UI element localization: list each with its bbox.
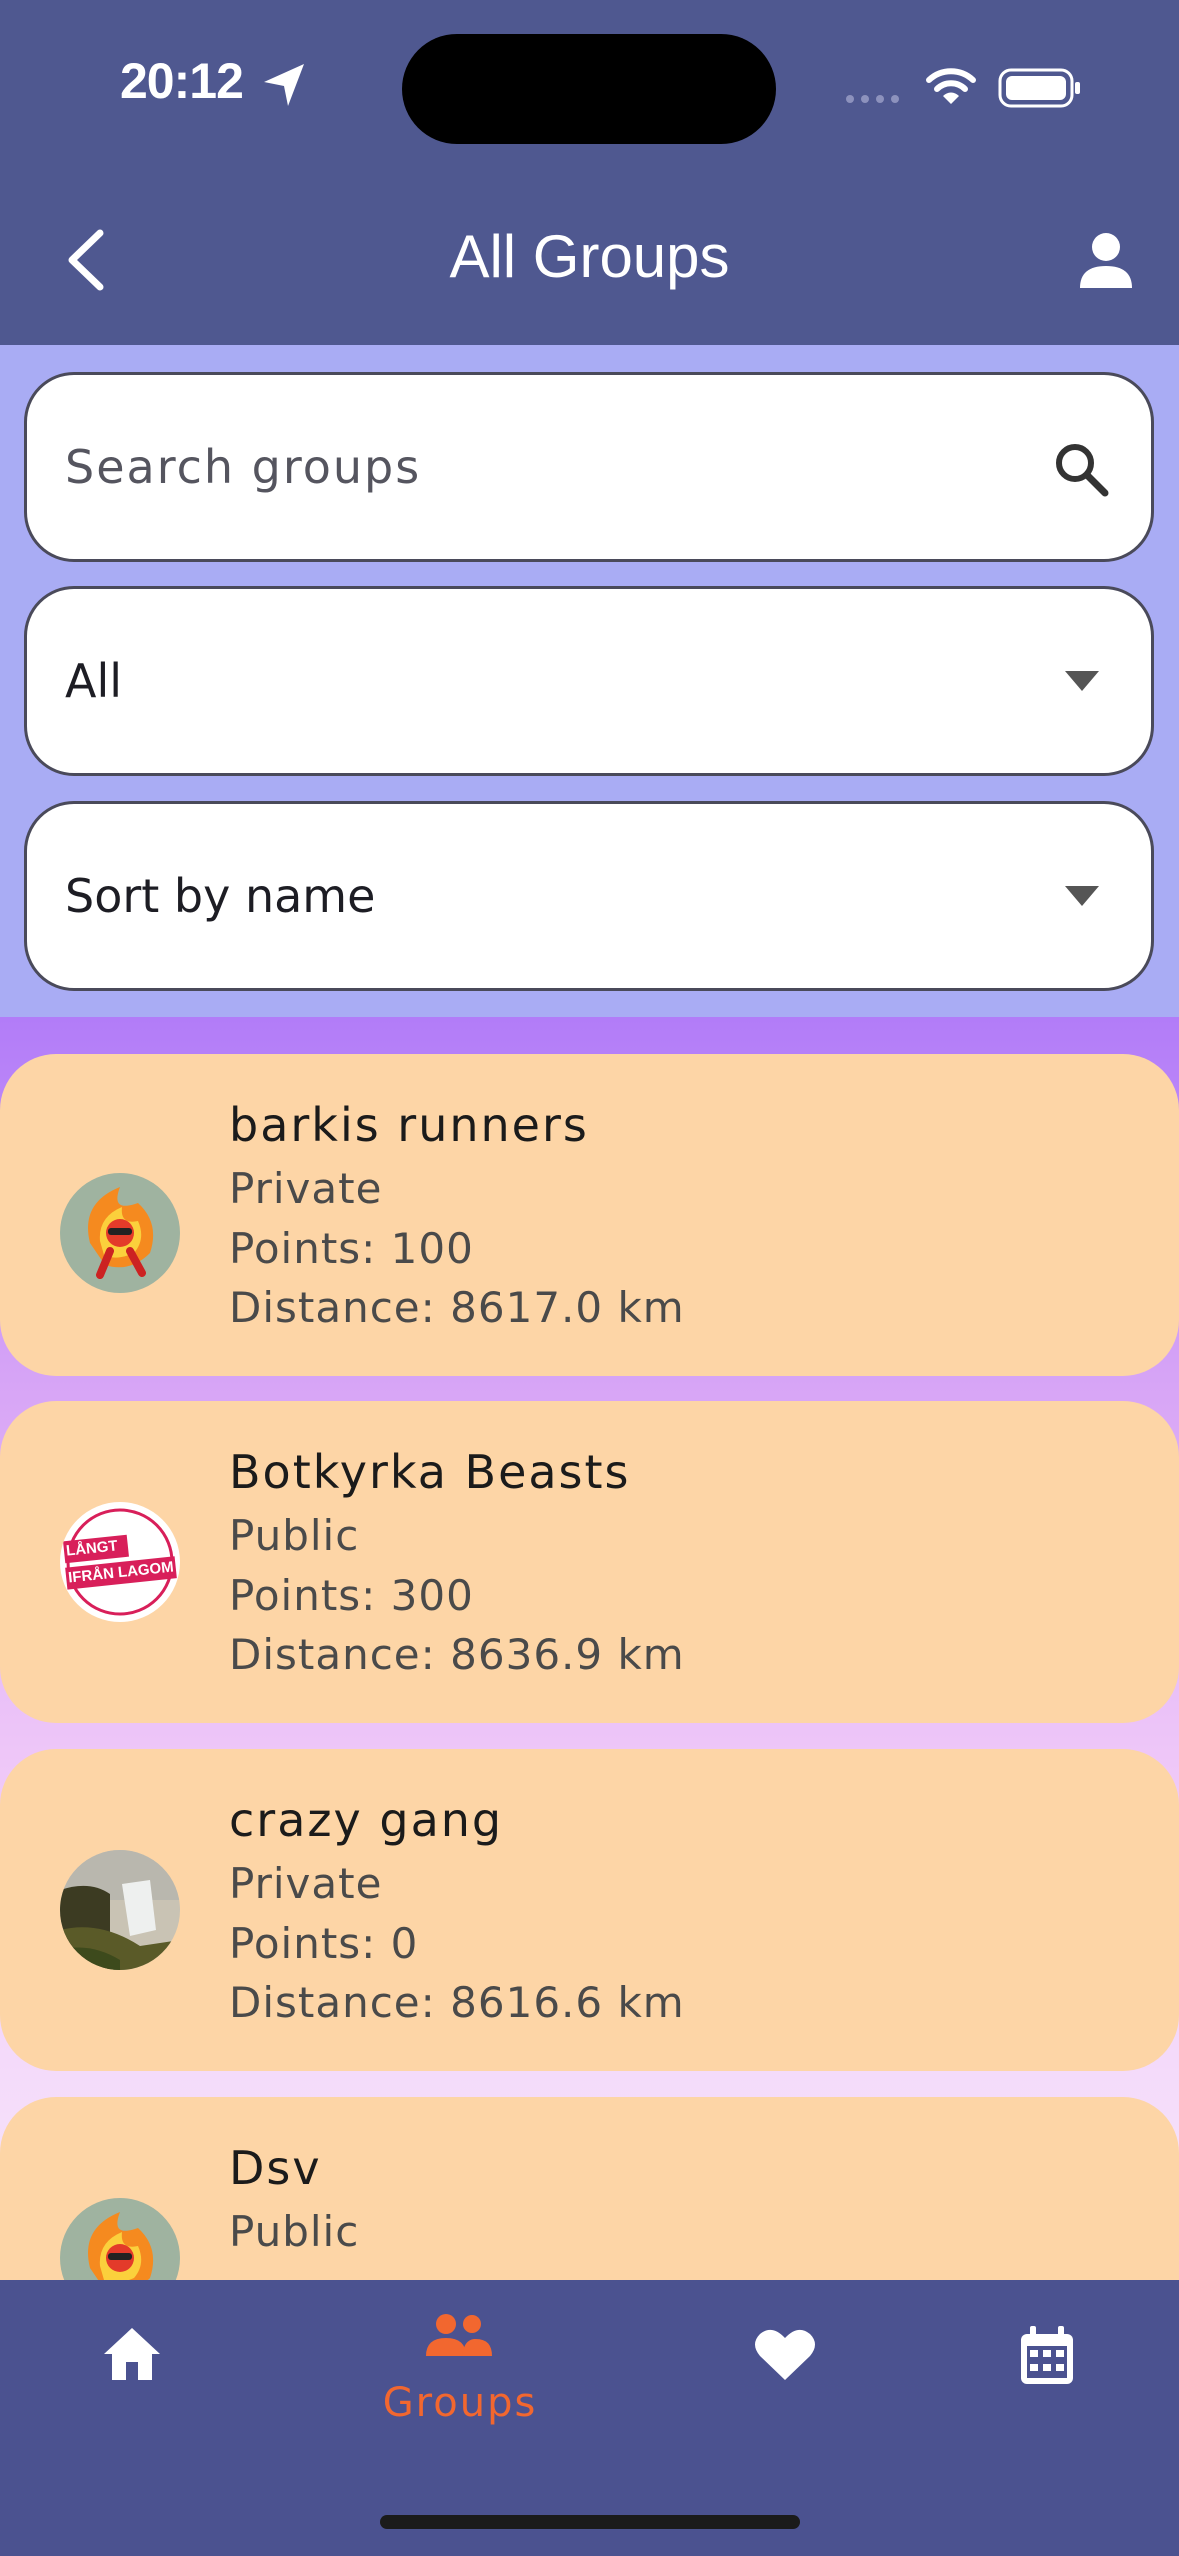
group-visibility: Public: [229, 2207, 360, 2256]
battery-icon: [998, 68, 1080, 108]
group-distance: Distance: 8636.9 km: [229, 1630, 685, 1679]
dropdown-caret-icon: [1065, 886, 1099, 906]
group-visibility: Private: [229, 1859, 383, 1908]
nav-label-groups[interactable]: Groups: [350, 2380, 570, 2426]
home-icon[interactable]: [102, 2326, 162, 2382]
group-points: Points: 300: [229, 1571, 474, 1620]
location-arrow-icon: [264, 64, 304, 106]
home-indicator[interactable]: [380, 2515, 800, 2529]
group-name: Dsv: [229, 2141, 322, 2195]
waterfall-photo-avatar: [60, 1850, 180, 1970]
page-title: All Groups: [449, 223, 730, 290]
group-name: Botkyrka Beasts: [229, 1445, 631, 1499]
fire-runner-avatar: [60, 2198, 180, 2280]
search-placeholder: Search groups: [65, 440, 422, 494]
group-points: Points: 100: [229, 1224, 474, 1273]
profile-icon[interactable]: [1076, 230, 1136, 292]
wifi-icon: [926, 68, 976, 104]
group-distance: Distance: 8616.6 km: [229, 1978, 685, 2027]
calendar-icon[interactable]: [1018, 2326, 1076, 2386]
cellular-signal-icon: [846, 95, 899, 103]
group-name: barkis runners: [229, 1098, 589, 1152]
group-card[interactable]: crazy gang Private Points: 0 Distance: 8…: [0, 1749, 1179, 2071]
fire-runner-avatar: [60, 1173, 180, 1293]
group-list[interactable]: barkis runners Private Points: 100 Dista…: [0, 1017, 1179, 2280]
group-distance: Distance: 8617.0 km: [229, 1283, 685, 1332]
dynamic-island: [402, 34, 776, 144]
sort-select[interactable]: Sort by name: [24, 801, 1154, 991]
visibility-filter-select[interactable]: All: [24, 586, 1154, 776]
group-visibility: Private: [229, 1164, 383, 1213]
search-input[interactable]: Search groups: [24, 372, 1154, 562]
langt-ifran-lagom-stamp-avatar: LÅNGT IFRÅN LAGOM: [60, 1502, 180, 1622]
sort-value: Sort by name: [65, 869, 376, 923]
group-name: crazy gang: [229, 1793, 504, 1847]
group-card[interactable]: barkis runners Private Points: 100 Dista…: [0, 1054, 1179, 1376]
status-time: 20:12: [120, 53, 244, 109]
dropdown-caret-icon: [1065, 671, 1099, 691]
groups-icon[interactable]: [422, 2312, 494, 2358]
heart-icon[interactable]: [754, 2326, 816, 2382]
search-icon[interactable]: [1051, 439, 1111, 499]
filter-controls: Search groups All Sort by name: [0, 345, 1179, 1017]
group-points: Points: 0: [229, 1919, 419, 1968]
group-card[interactable]: Dsv Public: [0, 2097, 1179, 2280]
visibility-filter-value: All: [65, 654, 123, 708]
group-card[interactable]: LÅNGT IFRÅN LAGOM Botkyrka Beasts Public…: [0, 1401, 1179, 1723]
group-visibility: Public: [229, 1511, 360, 1560]
app-header: 20:12 All Groups: [0, 0, 1179, 345]
